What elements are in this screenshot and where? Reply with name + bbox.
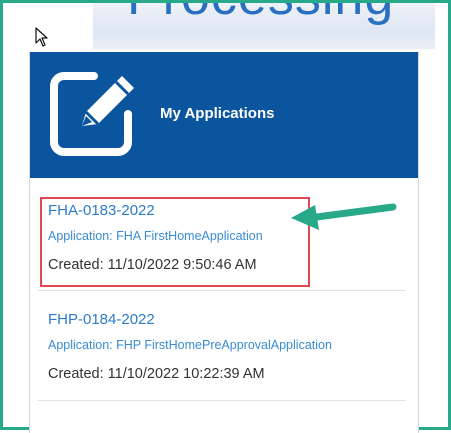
highlight-box	[40, 197, 310, 287]
edit-pencil-icon	[50, 72, 134, 156]
list-divider	[38, 290, 406, 291]
application-created-date: Created: 11/10/2022 10:22:39 AM	[48, 366, 265, 382]
application-type: Application: FHP FirstHomePreApprovalApp…	[48, 338, 332, 352]
panel-header: My Applications	[30, 52, 418, 178]
page-banner: Processing	[93, 3, 435, 49]
mouse-pointer-icon	[35, 27, 48, 47]
application-id-link[interactable]: FHP-0184-2022	[48, 311, 332, 329]
arrow-annotation	[291, 203, 397, 230]
application-list-item: FHP-0184-2022 Application: FHP FirstHome…	[48, 311, 332, 383]
banner-text: Processing	[127, 3, 394, 27]
panel-title: My Applications	[160, 105, 275, 122]
screenshot-frame: Processing My Applications FHA-0183-2022…	[0, 0, 451, 433]
list-divider	[38, 400, 406, 401]
